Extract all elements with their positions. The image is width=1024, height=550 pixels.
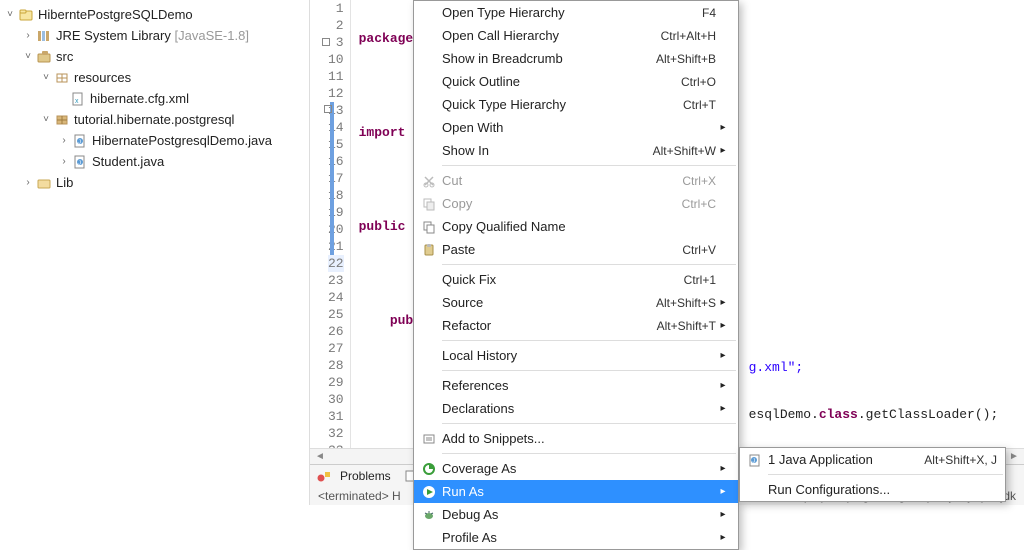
tree-java-file[interactable]: › J HibernatePostgresqlDemo.java: [4, 130, 309, 151]
tree-label: Student.java: [92, 154, 164, 169]
menu-source[interactable]: SourceAlt+Shift+S▸: [414, 291, 738, 314]
expand-icon[interactable]: ›: [58, 135, 70, 147]
expand-icon[interactable]: ˅: [4, 9, 16, 21]
menu-references[interactable]: References▸: [414, 374, 738, 397]
expand-icon[interactable]: ›: [58, 156, 70, 168]
menu-separator: [442, 165, 736, 166]
scroll-right-icon[interactable]: ►: [1007, 451, 1021, 462]
tree-jre[interactable]: › JRE System Library [JavaSE-1.8]: [4, 25, 309, 46]
expand-icon[interactable]: ›: [22, 30, 34, 42]
expand-icon[interactable]: ›: [22, 177, 34, 189]
menu-open-call-hierarchy[interactable]: Open Call HierarchyCtrl+Alt+H: [414, 24, 738, 47]
java-run-icon: J: [744, 453, 766, 467]
tree-label: resources: [74, 70, 131, 85]
source-folder-icon: [36, 49, 52, 65]
menu-quick-outline[interactable]: Quick OutlineCtrl+O: [414, 70, 738, 93]
tree-java-file[interactable]: › J Student.java: [4, 151, 309, 172]
svg-text:x: x: [75, 98, 79, 105]
menu-run-configurations[interactable]: Run Configurations...: [740, 478, 1005, 501]
svg-text:J: J: [753, 458, 756, 464]
menu-separator: [442, 423, 736, 424]
cut-icon: [418, 174, 440, 188]
expand-icon[interactable]: ˅: [22, 51, 34, 63]
menu-run-as[interactable]: Run As▸: [414, 480, 738, 503]
run-icon: [418, 485, 440, 499]
package-icon: [54, 112, 70, 128]
menu-add-to-snippets[interactable]: Add to Snippets...: [414, 427, 738, 450]
line-number-gutter: 1 2 3 10 11 12 13 14 15 16 17 18 19 20 2…: [310, 0, 351, 448]
expand-icon[interactable]: ˅: [40, 114, 52, 126]
java-file-icon: J: [72, 154, 88, 170]
menu-quick-fix[interactable]: Quick FixCtrl+1: [414, 268, 738, 291]
run-as-submenu[interactable]: J 1 Java Application Alt+Shift+X, J Run …: [739, 447, 1006, 502]
debug-icon: [418, 508, 440, 522]
menu-refactor[interactable]: RefactorAlt+Shift+T▸: [414, 314, 738, 337]
project-explorer[interactable]: ˅ HiberntePostgreSQLDemo › JRE System Li…: [0, 0, 310, 505]
tree-label: Lib: [56, 175, 73, 190]
library-icon: [36, 28, 52, 44]
menu-java-application[interactable]: J 1 Java Application Alt+Shift+X, J: [740, 448, 1005, 471]
tree-lib[interactable]: › Lib: [4, 172, 309, 193]
menu-coverage-as[interactable]: Coverage As▸: [414, 457, 738, 480]
menu-separator: [768, 474, 1003, 475]
project-icon: [18, 7, 34, 23]
menu-copy: CopyCtrl+C: [414, 192, 738, 215]
menu-separator: [442, 340, 736, 341]
scroll-left-icon[interactable]: ◄: [313, 451, 327, 462]
menu-cut: CutCtrl+X: [414, 169, 738, 192]
expand-icon[interactable]: ˅: [40, 72, 52, 84]
svg-text:J: J: [78, 160, 81, 166]
tree-resources[interactable]: ˅ resources: [4, 67, 309, 88]
paste-icon: [418, 243, 440, 257]
tree-label: HibernatePostgresqlDemo.java: [92, 133, 272, 148]
tree-label: hibernate.cfg.xml: [90, 91, 189, 106]
menu-separator: [442, 453, 736, 454]
tree-package[interactable]: ˅ tutorial.hibernate.postgresql: [4, 109, 309, 130]
copy-icon: [418, 220, 440, 234]
java-file-icon: J: [72, 133, 88, 149]
tree-label: src: [56, 49, 73, 64]
tree-cfg-file[interactable]: x hibernate.cfg.xml: [4, 88, 309, 109]
menu-show-in[interactable]: Show InAlt+Shift+W▸: [414, 139, 738, 162]
menu-separator: [442, 370, 736, 371]
menu-quick-type-hierarchy[interactable]: Quick Type HierarchyCtrl+T: [414, 93, 738, 116]
snippet-icon: [418, 432, 440, 446]
tree-src[interactable]: ˅ src: [4, 46, 309, 67]
package-icon: [54, 70, 70, 86]
menu-declarations[interactable]: Declarations▸: [414, 397, 738, 420]
folder-icon: [36, 175, 52, 191]
copy-icon: [418, 197, 440, 211]
tab-problems[interactable]: Problems: [316, 468, 391, 484]
tree-label: tutorial.hibernate.postgresql: [74, 112, 234, 127]
tree-project-root[interactable]: ˅ HiberntePostgreSQLDemo: [4, 4, 309, 25]
jre-version-badge: [JavaSE-1.8]: [175, 28, 249, 43]
menu-profile-as[interactable]: Profile As▸: [414, 526, 738, 549]
menu-debug-as[interactable]: Debug As▸: [414, 503, 738, 526]
menu-open-type-hierarchy[interactable]: Open Type HierarchyF4: [414, 1, 738, 24]
xml-file-icon: x: [70, 91, 86, 107]
problems-icon: [316, 468, 332, 484]
tree-label: JRE System Library: [56, 28, 171, 43]
menu-separator: [442, 264, 736, 265]
menu-local-history[interactable]: Local History▸: [414, 344, 738, 367]
svg-text:J: J: [78, 139, 81, 145]
menu-paste[interactable]: PasteCtrl+V: [414, 238, 738, 261]
menu-open-with[interactable]: Open With▸: [414, 116, 738, 139]
tree-label: HiberntePostgreSQLDemo: [38, 7, 193, 22]
coverage-icon: [418, 462, 440, 476]
editor-context-menu[interactable]: Open Type HierarchyF4 Open Call Hierarch…: [413, 0, 739, 550]
menu-copy-qualified-name[interactable]: Copy Qualified Name: [414, 215, 738, 238]
menu-show-breadcrumb[interactable]: Show in BreadcrumbAlt+Shift+B: [414, 47, 738, 70]
